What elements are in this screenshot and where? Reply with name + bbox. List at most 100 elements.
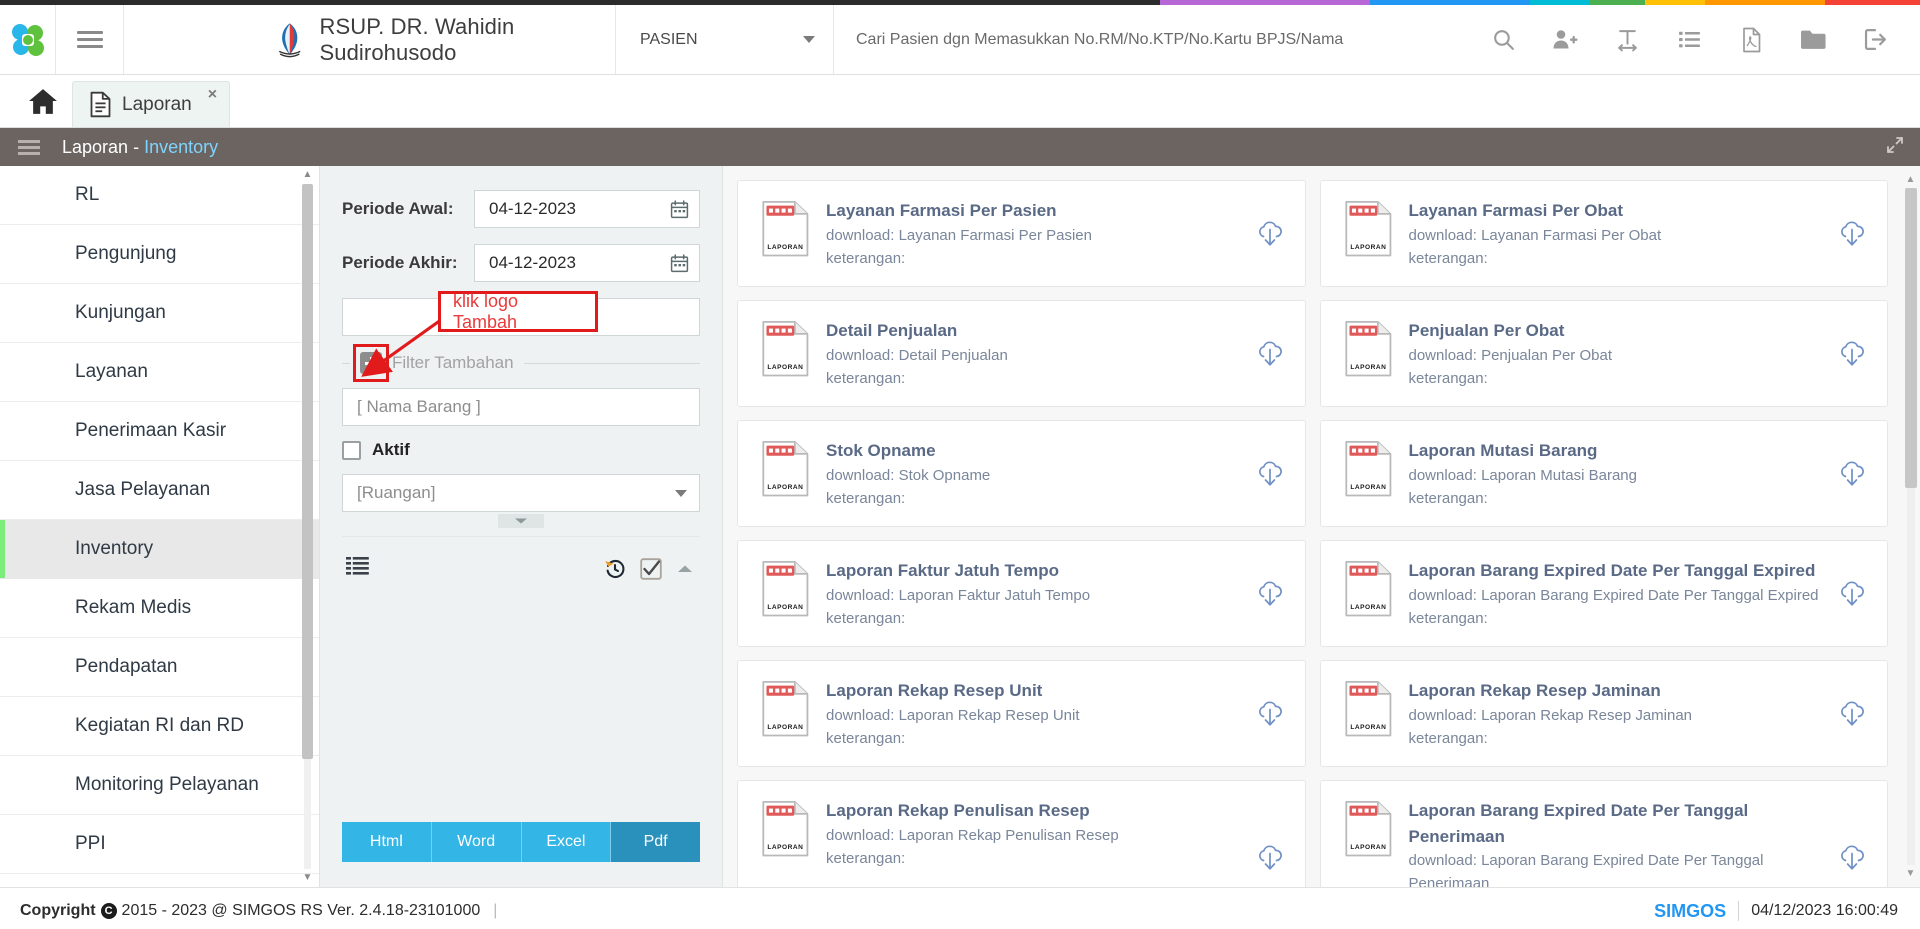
export-pdf-button[interactable]: Pdf (611, 822, 700, 862)
home-tab-button[interactable] (14, 75, 72, 127)
report-download-line: download: Laporan Mutasi Barang (1409, 464, 1828, 487)
logout-icon[interactable] (1844, 5, 1906, 75)
sidebar-item-pengunjung[interactable]: Pengunjung (0, 225, 319, 284)
add-user-icon[interactable] (1534, 5, 1596, 75)
sidebar-scroll-thumb[interactable] (302, 184, 313, 759)
cloud-download-icon[interactable] (1837, 459, 1867, 490)
pdf-file-icon[interactable] (1720, 5, 1782, 75)
report-card[interactable]: LAPORAN Laporan Mutasi Barang download: L… (1319, 420, 1888, 527)
patient-search-input[interactable] (856, 30, 1472, 49)
report-card[interactable]: LAPORAN Laporan Barang Expired Date Per … (1319, 780, 1888, 887)
report-card[interactable]: LAPORAN Layanan Farmasi Per Obat download… (1319, 180, 1888, 287)
cloud-download-icon[interactable] (1255, 579, 1285, 610)
report-download-button[interactable] (1245, 339, 1285, 370)
report-card[interactable]: LAPORAN Detail Penjualan download: Detail… (737, 300, 1306, 407)
tab-close-icon[interactable]: × (208, 86, 217, 104)
report-card[interactable]: LAPORAN Penjualan Per Obat download: Penj… (1319, 300, 1888, 407)
sidebar-item-jasa-pelayanan[interactable]: Jasa Pelayanan (0, 461, 319, 520)
cloud-download-icon[interactable] (1837, 579, 1867, 610)
resize-grip[interactable] (498, 514, 544, 528)
caret-up-icon[interactable]: ▲ (302, 170, 313, 180)
cloud-download-icon[interactable] (1255, 459, 1285, 490)
search-category-value: PASIEN (640, 30, 698, 48)
caret-down-icon[interactable]: ▼ (1904, 868, 1917, 879)
report-download-button[interactable] (1827, 699, 1867, 730)
cloud-download-icon[interactable] (1255, 339, 1285, 370)
report-download-button[interactable] (1245, 699, 1285, 730)
export-word-button[interactable]: Word (431, 822, 522, 862)
report-card[interactable]: LAPORAN Laporan Faktur Jatuh Tempo downlo… (737, 540, 1306, 647)
periode-awal-value: 04-12-2023 (489, 199, 576, 218)
periode-akhir-input[interactable]: 04-12-2023 (474, 244, 700, 282)
check-square-icon[interactable] (640, 557, 662, 580)
cloud-download-icon[interactable] (1255, 219, 1285, 250)
report-download-button[interactable] (1245, 219, 1285, 250)
report-file-icon: LAPORAN (762, 561, 809, 617)
aktif-checkbox-row[interactable]: Aktif (342, 440, 700, 460)
report-download-button[interactable] (1827, 579, 1867, 610)
sidebar-item-layanan[interactable]: Layanan (0, 343, 319, 402)
report-download-button[interactable] (1245, 579, 1285, 610)
search-icon[interactable] (1472, 5, 1534, 75)
report-card[interactable]: LAPORAN Laporan Rekap Penulisan Resep dow… (737, 780, 1306, 887)
history-reset-icon[interactable] (604, 558, 626, 580)
report-download-button[interactable] (1827, 339, 1867, 370)
cloud-download-icon[interactable] (1837, 339, 1867, 370)
footer-timestamp: 04/12/2023 16:00:49 (1751, 902, 1898, 919)
sidebar-item-rekam-medis[interactable]: Rekam Medis (0, 579, 319, 638)
calendar-icon[interactable] (670, 199, 689, 219)
cloud-download-icon[interactable] (1837, 843, 1867, 874)
menu-toggle-button[interactable] (56, 5, 124, 74)
caret-up-icon[interactable] (676, 562, 694, 576)
cloud-download-icon[interactable] (1255, 843, 1285, 874)
checkbox-icon[interactable] (342, 440, 361, 460)
plus-square-icon[interactable] (353, 344, 389, 382)
nama-barang-input[interactable]: [ Nama Barang ] (342, 388, 700, 426)
report-title: Laporan Faktur Jatuh Tempo (826, 561, 1059, 580)
sidebar-item-monitoring-pelayanan[interactable]: Monitoring Pelayanan (0, 756, 319, 815)
content-scroll-thumb[interactable] (1905, 188, 1917, 488)
filter-resize-handle[interactable] (342, 514, 700, 528)
sidebar-scrollbar[interactable]: ▲ ▼ (302, 166, 313, 887)
sidebar-item-kegiatan-ri-dan-rd[interactable]: Kegiatan RI dan RD (0, 697, 319, 756)
report-card[interactable]: LAPORAN Stok Opname download: Stok Opname… (737, 420, 1306, 527)
tab-laporan[interactable]: Laporan × (72, 81, 231, 127)
periode-awal-input[interactable]: 04-12-2023 (474, 190, 700, 228)
report-file-icon: LAPORAN (762, 441, 809, 497)
caret-down-icon[interactable]: ▼ (302, 873, 313, 883)
cloud-download-icon[interactable] (1837, 699, 1867, 730)
cloud-download-icon[interactable] (1255, 699, 1285, 730)
folder-icon[interactable] (1782, 5, 1844, 75)
text-width-icon[interactable] (1596, 5, 1658, 75)
report-download-button[interactable] (1827, 843, 1867, 874)
report-card[interactable]: LAPORAN Layanan Farmasi Per Pasien downlo… (737, 180, 1306, 287)
sidebar-item-penerimaan-kasir[interactable]: Penerimaan Kasir (0, 402, 319, 461)
calendar-icon[interactable] (670, 253, 689, 273)
report-download-button[interactable] (1827, 459, 1867, 490)
report-download-button[interactable] (1245, 459, 1285, 490)
expand-icon[interactable] (1886, 136, 1904, 159)
report-card[interactable]: LAPORAN Laporan Rekap Resep Jaminan downl… (1319, 660, 1888, 767)
list-icon[interactable] (1658, 5, 1720, 75)
caret-up-icon[interactable]: ▲ (1904, 174, 1917, 185)
sidebar-item-ppi[interactable]: PPI (0, 815, 319, 874)
filter-panel: Periode Awal: 04-12-2023 Periode Akhir: … (320, 166, 723, 887)
report-download-button[interactable] (1827, 219, 1867, 250)
sidebar-item-rl[interactable]: RL (0, 166, 319, 225)
ruangan-select[interactable]: [Ruangan] (342, 474, 700, 512)
sidebar-item-pendapatan[interactable]: Pendapatan (0, 638, 319, 697)
report-card[interactable]: LAPORAN Laporan Rekap Resep Unit download… (737, 660, 1306, 767)
app-logo[interactable] (0, 5, 56, 74)
report-download-button[interactable] (1245, 843, 1285, 874)
content-scrollbar[interactable]: ▲ ▼ (1904, 174, 1917, 879)
report-card[interactable]: LAPORAN Laporan Barang Expired Date Per … (1319, 540, 1888, 647)
cloud-download-icon[interactable] (1837, 219, 1867, 250)
search-category-select[interactable]: PASIEN (616, 5, 834, 74)
export-excel-button[interactable]: Excel (521, 822, 612, 862)
sidebar-item-inventory[interactable]: Inventory (0, 520, 319, 579)
list-bullets-icon[interactable] (346, 555, 369, 582)
sidebar-item-kunjungan[interactable]: Kunjungan (0, 284, 319, 343)
sidebar-toggle-icon[interactable] (18, 137, 40, 158)
export-html-button[interactable]: Html (342, 822, 432, 862)
download-prefix: download: (826, 226, 899, 244)
